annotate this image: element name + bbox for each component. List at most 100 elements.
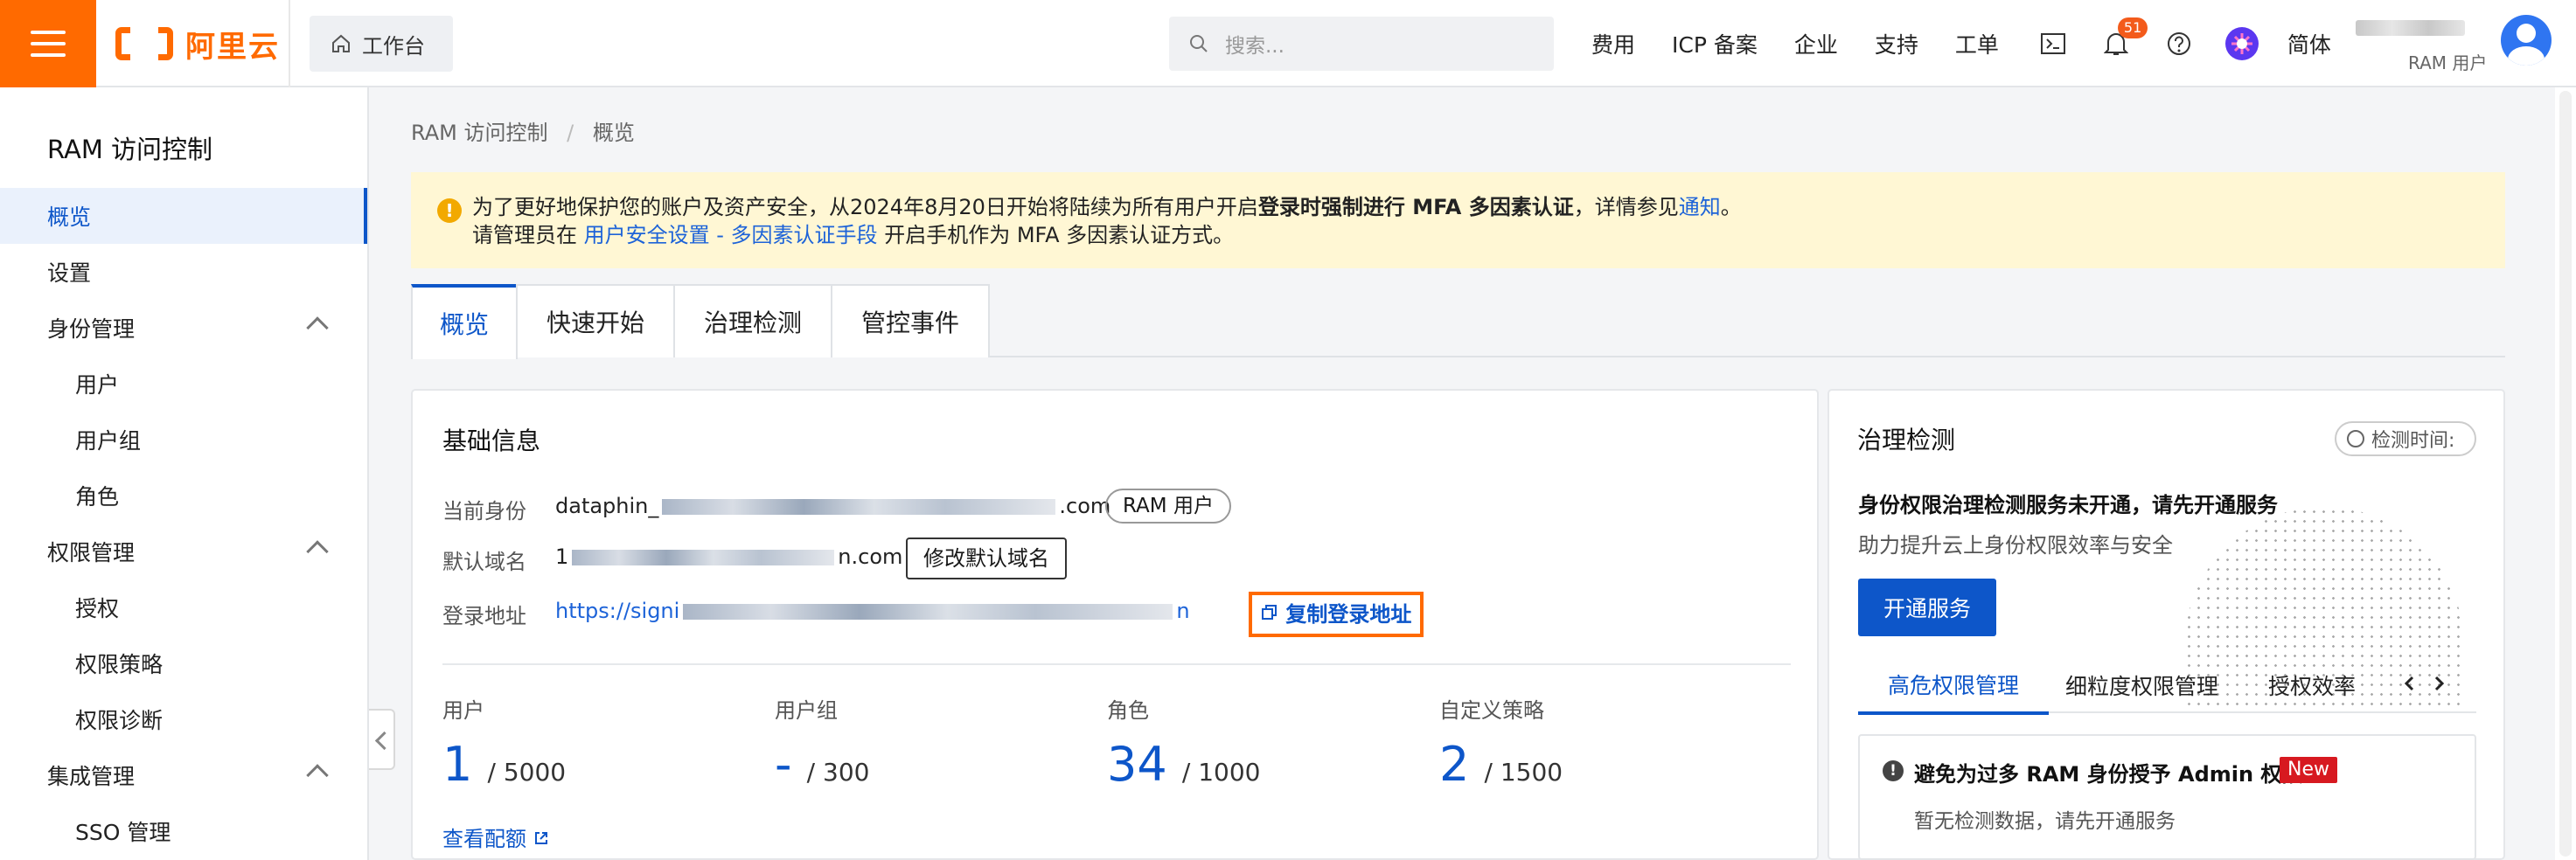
- breadcrumb: RAM 访问控制 / 概览: [411, 115, 635, 146]
- tab-governance-check[interactable]: 治理检测: [673, 284, 832, 357]
- notice-line-1: 为了更好地保护您的账户及资产安全，从2024年8月20日开始将陆续为所有用户开启…: [472, 193, 2505, 221]
- alert-icon: !: [1883, 760, 1904, 781]
- chevron-up-icon: [306, 764, 329, 787]
- domain-label: 默认域名: [442, 550, 526, 574]
- notice-text: 开启手机作为 MFA 多因素认证方式。: [884, 223, 1235, 247]
- custom-policies-count: 2: [1439, 737, 1470, 792]
- next-subtab-icon[interactable]: [2428, 673, 2449, 694]
- governance-heading: 身份权限治理检测服务未开通，请先开通服务: [1858, 493, 2278, 517]
- sidebar-group-permission-management[interactable]: 权限管理: [0, 524, 367, 579]
- sidebar-collapse-button[interactable]: [369, 709, 395, 770]
- roles-limit: / 1000: [1181, 758, 1261, 787]
- breadcrumb-root[interactable]: RAM 访问控制: [411, 121, 547, 145]
- ram-user-tag: RAM 用户: [1105, 489, 1231, 524]
- notice-link[interactable]: 通知: [1679, 195, 1721, 219]
- chevron-up-icon: [306, 316, 329, 339]
- sidebar-item-users[interactable]: 用户: [0, 356, 367, 412]
- identity-label: 当前身份: [442, 499, 526, 524]
- notice-text: 。: [1720, 195, 1742, 219]
- subtab-authorization-efficiency[interactable]: 授权效率: [2268, 657, 2356, 713]
- breadcrumb-current: 概览: [592, 121, 635, 145]
- external-link-icon: [534, 832, 547, 844]
- governance-description: 助力提升云上身份权限效率与安全: [1858, 533, 2173, 558]
- sidebar-item-label: 权限管理: [47, 540, 136, 565]
- sidebar-group-identity-management[interactable]: 身份管理: [0, 300, 367, 356]
- main-content: RAM 访问控制 / 概览 ! 为了更好地保护您的账户及资产安全，从2024年8…: [411, 0, 2518, 860]
- tab-control-events[interactable]: 管控事件: [831, 284, 990, 357]
- menu-icon[interactable]: [0, 0, 96, 87]
- admin-permission-alert: ! 避免为过多 RAM 身份授予 Admin 权限 New 暂无检测数据，请先开…: [1858, 734, 2476, 860]
- sidebar-item-label: 身份管理: [47, 316, 136, 342]
- aliyun-logo[interactable]: 阿里云: [115, 21, 280, 66]
- custom-policies-stat-label: 自定义策略: [1439, 698, 1544, 723]
- modify-domain-button[interactable]: 修改默认域名: [906, 538, 1067, 579]
- enable-service-button[interactable]: 开通服务: [1858, 579, 1996, 636]
- user-groups-stat: - / 300: [775, 737, 869, 792]
- copy-login-address-label: 复制登录地址: [1285, 602, 1412, 627]
- user-groups-count: -: [775, 737, 792, 792]
- alert-title: 避免为过多 RAM 身份授予 Admin 权限: [1914, 762, 2303, 787]
- scrollbar-thumb[interactable]: [2559, 91, 2572, 857]
- identity-value-end: .com: [1059, 494, 1111, 518]
- user-groups-stat-label: 用户组: [775, 698, 838, 723]
- masked-domain: [572, 550, 835, 565]
- page-scrollbar[interactable]: [2555, 87, 2576, 860]
- info-divider: [442, 663, 1791, 665]
- users-stat-label: 用户: [442, 698, 484, 723]
- sidebar-item-settings[interactable]: 设置: [0, 244, 367, 300]
- roles-stat: 34 / 1000: [1107, 737, 1260, 792]
- masked-login-url: [683, 604, 1173, 620]
- view-quota-link[interactable]: 查看配额: [442, 822, 549, 852]
- tab-quick-start[interactable]: 快速开始: [516, 284, 675, 357]
- sidebar-item-user-groups[interactable]: 用户组: [0, 412, 367, 468]
- basic-info-card: 基础信息 当前身份 dataphin_ .com RAM 用户 默认域名 1 n.c…: [411, 389, 1819, 860]
- sidebar-item-authorization[interactable]: 授权: [0, 579, 367, 635]
- previous-subtab-icon[interactable]: [2399, 673, 2420, 694]
- mfa-notice: ! 为了更好地保护您的账户及资产安全，从2024年8月20日开始将陆续为所有用户…: [411, 172, 2505, 268]
- roles-stat-label: 角色: [1107, 698, 1149, 723]
- subtab-high-risk-permission[interactable]: 高危权限管理: [1858, 657, 2050, 715]
- identity-value-start: dataphin_: [555, 494, 659, 518]
- sidebar-item-sso-management[interactable]: SSO 管理: [0, 803, 367, 859]
- sidebar-item-policies[interactable]: 权限策略: [0, 635, 367, 691]
- sidebar-item-roles[interactable]: 角色: [0, 468, 367, 524]
- login-url[interactable]: https://signi n: [555, 599, 1190, 623]
- overview-tabs: 概览 快速开始 治理检测 管控事件: [411, 284, 2505, 359]
- custom-policies-limit: / 1500: [1484, 758, 1563, 787]
- home-icon: [332, 34, 350, 52]
- user-groups-limit: / 300: [806, 758, 870, 787]
- roles-count: 34: [1107, 737, 1167, 792]
- domain-value-start: 1: [555, 544, 569, 569]
- sidebar: RAM 访问控制 概览 设置 身份管理 用户 用户组 角色 权限管理 授权 权限…: [0, 87, 369, 860]
- governance-subtabs: 高危权限管理 细粒度权限管理 授权效率: [1858, 657, 2476, 715]
- domain-value-end: n.com: [838, 544, 903, 569]
- security-settings-link[interactable]: 用户安全设置 - 多因素认证手段: [584, 223, 878, 247]
- governance-title: 治理检测: [1857, 426, 1956, 454]
- subtab-fine-grained-permission[interactable]: 细粒度权限管理: [2065, 657, 2218, 713]
- sidebar-item-permission-diagnosis[interactable]: 权限诊断: [0, 691, 367, 747]
- detection-time-label: 检测时间:: [2371, 430, 2455, 452]
- notice-line-2: 请管理员在 用户安全设置 - 多因素认证手段 开启手机作为 MFA 多因素认证方…: [472, 221, 2505, 249]
- detection-time-button[interactable]: 检测时间:: [2335, 421, 2476, 456]
- sidebar-title: RAM 访问控制: [47, 135, 213, 164]
- sidebar-item-overview[interactable]: 概览: [0, 188, 367, 244]
- notice-text: 请管理员在: [472, 223, 577, 247]
- warning-icon: !: [437, 198, 462, 223]
- users-limit: / 5000: [487, 758, 567, 787]
- notice-text: 为了更好地保护您的账户及资产安全，从2024年8月20日开始将陆续为所有用户开启: [472, 195, 1258, 219]
- users-count: 1: [442, 737, 473, 792]
- brand-logo-icon: [115, 26, 173, 61]
- login-url-start: https://signi: [555, 599, 680, 623]
- identity-value: dataphin_ .com: [555, 494, 1110, 518]
- users-stat: 1 / 5000: [442, 737, 566, 792]
- sidebar-group-integration-management[interactable]: 集成管理: [0, 747, 367, 803]
- login-label: 登录地址: [442, 604, 526, 628]
- login-url-end: n: [1176, 599, 1190, 623]
- masked-identity: [662, 499, 1056, 515]
- notice-strong-text: 登录时强制进行 MFA 多因素认证: [1257, 195, 1574, 219]
- brand-divider: [289, 0, 290, 87]
- copy-login-address-button[interactable]: 复制登录地址: [1249, 592, 1424, 637]
- breadcrumb-separator: /: [567, 121, 574, 145]
- notice-text: ，详情参见: [1573, 195, 1679, 219]
- tab-overview[interactable]: 概览: [411, 284, 518, 359]
